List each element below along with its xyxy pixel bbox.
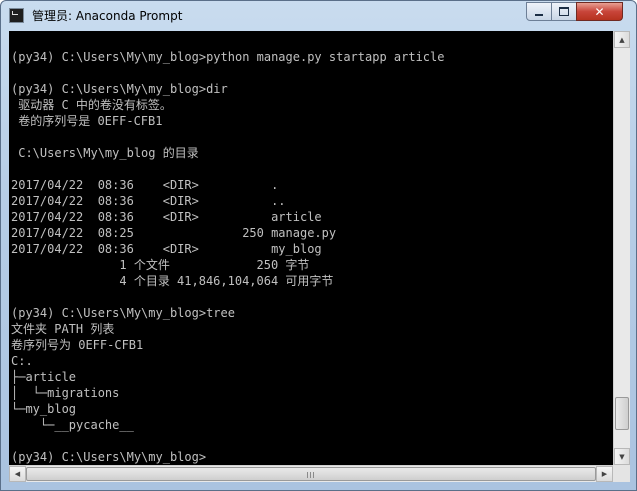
scroll-up-button[interactable]: ▲	[614, 31, 630, 48]
horizontal-scroll-thumb[interactable]	[26, 467, 596, 481]
grip-line	[313, 472, 314, 478]
console-line: 卷序列号为 0EFF-CFB1	[11, 338, 144, 352]
console-line: 驱动器 C 中的卷没有标签。	[11, 98, 172, 112]
console-line: (py34) C:\Users\My\my_blog>python manage…	[11, 50, 445, 64]
grip-line	[307, 472, 308, 478]
arrow-left-icon: ◀	[14, 470, 21, 478]
minimize-icon	[535, 13, 543, 16]
grip-line	[310, 472, 311, 478]
console-line: C:.	[11, 354, 33, 368]
window-title: 管理员: Anaconda Prompt	[32, 9, 183, 23]
console-line: 2017/04/22 08:36 <DIR> ..	[11, 194, 286, 208]
console-line: (py34) C:\Users\My\my_blog>dir	[11, 82, 228, 96]
console-line: (py34) C:\Users\My\my_blog>tree	[11, 306, 235, 320]
close-button[interactable]: ✕	[576, 2, 623, 21]
console-line: ├─article	[11, 370, 77, 384]
arrow-right-icon: ▶	[601, 470, 608, 478]
close-icon: ✕	[594, 4, 605, 19]
console-output[interactable]: (py34) C:\Users\My\my_blog>python manage…	[9, 31, 613, 465]
console-line: 2017/04/22 08:25 250 manage.py	[11, 226, 337, 240]
console-line: 1 个文件 250 字节	[11, 258, 310, 272]
minimize-button[interactable]	[526, 2, 552, 21]
console-icon[interactable]	[9, 8, 24, 23]
console-line: 2017/04/22 08:36 <DIR> my_blog	[11, 242, 322, 256]
console-line: └─my_blog	[11, 402, 77, 416]
console-line: C:\Users\My\my_blog 的目录	[11, 146, 199, 160]
console-line: 卷的序列号是 0EFF-CFB1	[11, 114, 163, 128]
scroll-down-button[interactable]: ▼	[614, 448, 630, 465]
maximize-icon	[559, 7, 569, 16]
console-line: 2017/04/22 08:36 <DIR> .	[11, 178, 279, 192]
scroll-right-button[interactable]: ▶	[596, 466, 613, 482]
console-line: 文件夹 PATH 列表	[11, 322, 115, 336]
vertical-scroll-thumb[interactable]	[615, 397, 629, 430]
console-line: └─__pycache__	[11, 418, 134, 432]
resize-grip[interactable]	[613, 465, 630, 482]
vertical-scrollbar[interactable]: ▲ ▼	[613, 31, 630, 465]
arrow-up-icon: ▲	[619, 35, 625, 44]
console-line: 2017/04/22 08:36 <DIR> article	[11, 210, 322, 224]
console-line: │ └─migrations	[11, 386, 120, 400]
console-line: 4 个目录 41,846,104,064 可用字节	[11, 274, 334, 288]
title-bar[interactable]: 管理员: Anaconda Prompt ✕	[1, 1, 636, 31]
scroll-left-button[interactable]: ◀	[9, 466, 26, 482]
maximize-button[interactable]	[551, 2, 577, 21]
horizontal-scrollbar[interactable]: ◀ ▶	[9, 465, 613, 482]
console-line: (py34) C:\Users\My\my_blog>	[11, 450, 207, 464]
arrow-down-icon: ▼	[619, 452, 625, 461]
console-window: 管理员: Anaconda Prompt ✕ (py34) C:\Users\M…	[0, 0, 637, 491]
